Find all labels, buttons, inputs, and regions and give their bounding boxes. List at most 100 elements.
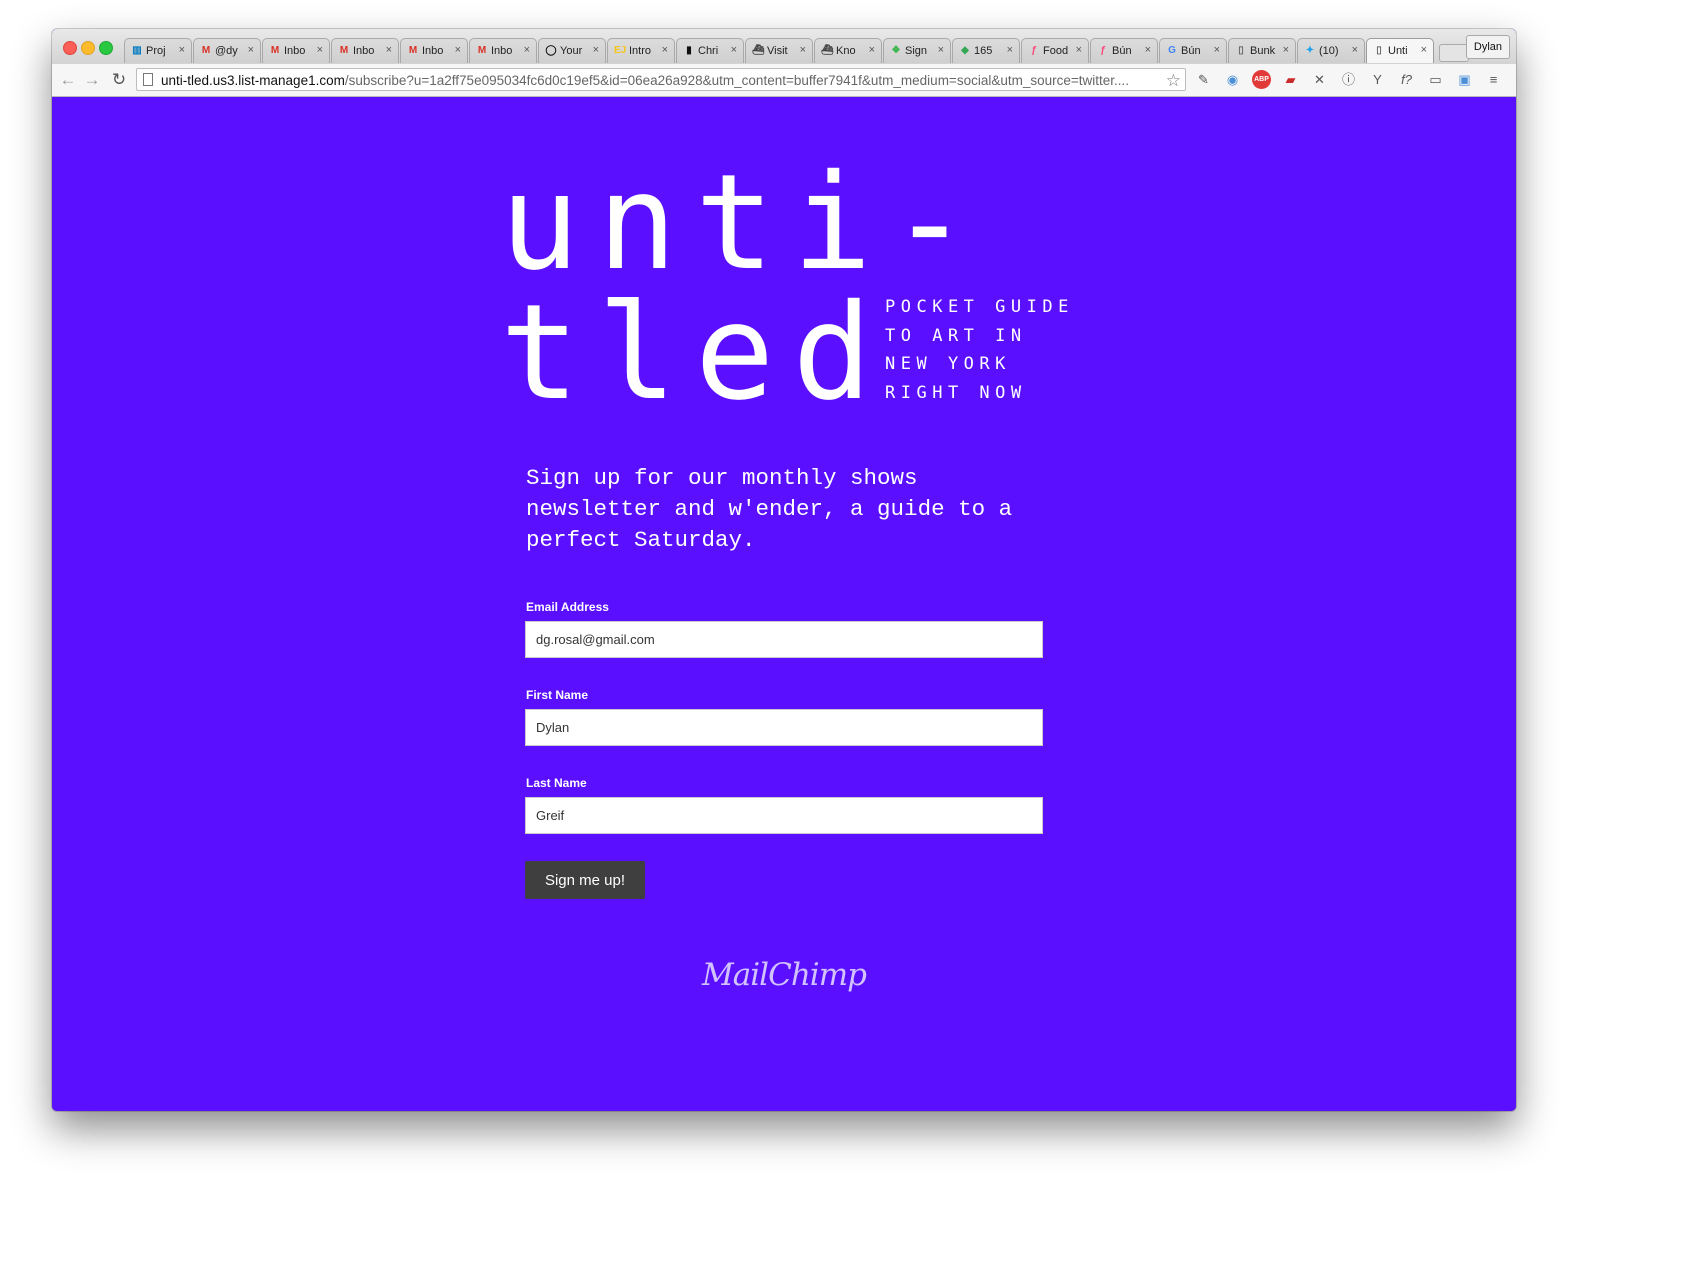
gmail-icon: M bbox=[477, 45, 487, 56]
close-tab-icon[interactable]: × bbox=[731, 44, 737, 56]
close-tab-icon[interactable]: × bbox=[455, 44, 461, 56]
zoom-window-button[interactable] bbox=[99, 41, 113, 55]
boat-icon: ⛴ bbox=[752, 45, 765, 56]
doc-icon: ▯ bbox=[1376, 45, 1382, 56]
close-tab-icon[interactable]: × bbox=[1076, 44, 1082, 56]
tab-title: Inbo bbox=[491, 45, 513, 57]
info-icon[interactable]: ⓘ bbox=[1339, 70, 1358, 89]
browser-tab[interactable]: M @dy × bbox=[193, 38, 261, 63]
doc-icon: ▯ bbox=[1238, 45, 1244, 56]
sign-up-button[interactable]: Sign me up! bbox=[525, 861, 645, 899]
ring-icon: ◯ bbox=[545, 45, 557, 56]
last-name-field[interactable] bbox=[525, 797, 1043, 834]
browser-tab[interactable]: M Inbo × bbox=[262, 38, 330, 63]
email-label: Email Address bbox=[526, 600, 609, 614]
tab-title: 165 bbox=[974, 45, 993, 57]
browser-tab[interactable]: ⛴ Kno × bbox=[814, 38, 882, 63]
tab-title: Bunk bbox=[1250, 45, 1276, 57]
close-tab-icon[interactable]: × bbox=[317, 44, 323, 56]
tab-title: Inbo bbox=[422, 45, 444, 57]
intro-text: Sign up for our monthly shows newsletter… bbox=[526, 465, 1013, 553]
page-icon bbox=[143, 73, 153, 86]
browser-tab[interactable]: ◯ Your × bbox=[538, 38, 606, 63]
brand-logo-line1: unti- bbox=[500, 146, 988, 300]
url-host: unti-tled.us3.list-manage1.com bbox=[161, 73, 345, 88]
screen-icon[interactable]: ▣ bbox=[1455, 70, 1474, 89]
tagline-line: TO ART IN bbox=[885, 325, 1027, 346]
tab-title: Chri bbox=[698, 45, 719, 57]
ejs-icon: EJ bbox=[614, 45, 627, 56]
pencil-icon[interactable]: ✎ bbox=[1194, 70, 1213, 89]
boat-icon: ⛴ bbox=[821, 45, 834, 56]
bookmark-star-icon[interactable]: ☆ bbox=[1166, 69, 1181, 90]
close-tab-icon[interactable]: × bbox=[248, 44, 254, 56]
function-icon[interactable]: f? bbox=[1397, 70, 1416, 89]
extension-icons: ✎ ◉ ABP ▰ ✕ ⓘ Y f? ▭ ▣ ≡ bbox=[1194, 70, 1503, 89]
y-icon[interactable]: Y bbox=[1368, 70, 1387, 89]
close-tab-icon[interactable]: × bbox=[524, 44, 530, 56]
pin-icon[interactable]: ✕ bbox=[1310, 70, 1329, 89]
sofa-icon[interactable]: ▰ bbox=[1281, 70, 1300, 89]
brand-logo-line2: tled bbox=[500, 276, 890, 430]
close-tab-icon[interactable]: × bbox=[662, 44, 668, 56]
browser-tab[interactable]: M Inbo × bbox=[400, 38, 468, 63]
browser-tab[interactable]: ▯ Unti × bbox=[1366, 38, 1434, 63]
gmail-icon: M bbox=[408, 45, 418, 56]
tagline-line: RIGHT NOW bbox=[885, 382, 1027, 403]
browser-tab[interactable]: ▥ Proj × bbox=[124, 38, 192, 63]
first-name-field[interactable] bbox=[525, 709, 1043, 746]
close-tab-icon[interactable]: × bbox=[386, 44, 392, 56]
close-tab-icon[interactable]: × bbox=[593, 44, 599, 56]
gmail-icon: M bbox=[201, 45, 211, 56]
maps-icon: ◆ bbox=[961, 45, 969, 56]
close-tab-icon[interactable]: × bbox=[869, 44, 875, 56]
browser-tab[interactable]: ❖ Sign × bbox=[883, 38, 951, 63]
cast-icon[interactable]: ▭ bbox=[1426, 70, 1445, 89]
tagline-line: POCKET GUIDE bbox=[885, 297, 1074, 317]
close-window-button[interactable] bbox=[63, 41, 77, 55]
close-tab-icon[interactable]: × bbox=[1007, 44, 1013, 56]
address-bar[interactable]: unti-tled.us3.list-manage1.com/subscribe… bbox=[136, 68, 1186, 91]
email-field[interactable] bbox=[525, 621, 1043, 658]
close-tab-icon[interactable]: × bbox=[1421, 44, 1427, 56]
browser-tab[interactable]: G Bún × bbox=[1159, 38, 1227, 63]
browser-tab[interactable]: M Inbo × bbox=[469, 38, 537, 63]
page-icon: ▮ bbox=[686, 45, 692, 56]
browser-tab[interactable]: ƒ Food × bbox=[1021, 38, 1089, 63]
browser-toolbar: ← → ↻ unti-tled.us3.list-manage1.com/sub… bbox=[52, 64, 1516, 97]
tagline-line: NEW YORK bbox=[885, 354, 1011, 374]
browser-tab[interactable]: ⛴ Visit × bbox=[745, 38, 813, 63]
camera-icon[interactable]: ◉ bbox=[1223, 70, 1242, 89]
trello-icon: ▥ bbox=[132, 45, 142, 56]
close-tab-icon[interactable]: × bbox=[938, 44, 944, 56]
close-tab-icon[interactable]: × bbox=[1145, 44, 1151, 56]
tab-title: Sign bbox=[905, 45, 928, 57]
menu-icon[interactable]: ≡ bbox=[1484, 70, 1503, 89]
new-tab-button[interactable] bbox=[1439, 44, 1469, 62]
profile-button[interactable]: Dylan bbox=[1465, 35, 1510, 59]
reload-icon[interactable]: ↻ bbox=[109, 69, 129, 91]
close-tab-icon[interactable]: × bbox=[1283, 44, 1289, 56]
browser-tab[interactable]: ▯ Bunk × bbox=[1228, 38, 1296, 63]
browser-tab[interactable]: ƒ Bún × bbox=[1090, 38, 1158, 63]
browser-tab[interactable]: ✦ (10) × bbox=[1297, 38, 1365, 63]
browser-tab[interactable]: M Inbo × bbox=[331, 38, 399, 63]
tab-title: Bún bbox=[1112, 45, 1132, 57]
forward-arrow-icon[interactable]: → bbox=[82, 69, 102, 91]
tab-title: Inbo bbox=[353, 45, 375, 57]
close-tab-icon[interactable]: × bbox=[800, 44, 806, 56]
browser-tab[interactable]: ◆ 165 × bbox=[952, 38, 1020, 63]
close-tab-icon[interactable]: × bbox=[1214, 44, 1220, 56]
tab-title: Bún bbox=[1181, 45, 1201, 57]
back-arrow-icon[interactable]: ← bbox=[58, 69, 78, 91]
gmail-icon: M bbox=[339, 45, 349, 56]
tab-title: (10) bbox=[1319, 45, 1339, 57]
minimize-window-button[interactable] bbox=[81, 41, 95, 55]
close-tab-icon[interactable]: × bbox=[179, 44, 185, 56]
mailchimp-logo[interactable]: MailChimp bbox=[702, 957, 867, 993]
tab-title: Unti bbox=[1388, 45, 1408, 57]
browser-tab[interactable]: ▮ Chri × bbox=[676, 38, 744, 63]
browser-tab[interactable]: EJ Intro × bbox=[607, 38, 675, 63]
close-tab-icon[interactable]: × bbox=[1352, 44, 1358, 56]
adblock-icon[interactable]: ABP bbox=[1252, 70, 1271, 89]
